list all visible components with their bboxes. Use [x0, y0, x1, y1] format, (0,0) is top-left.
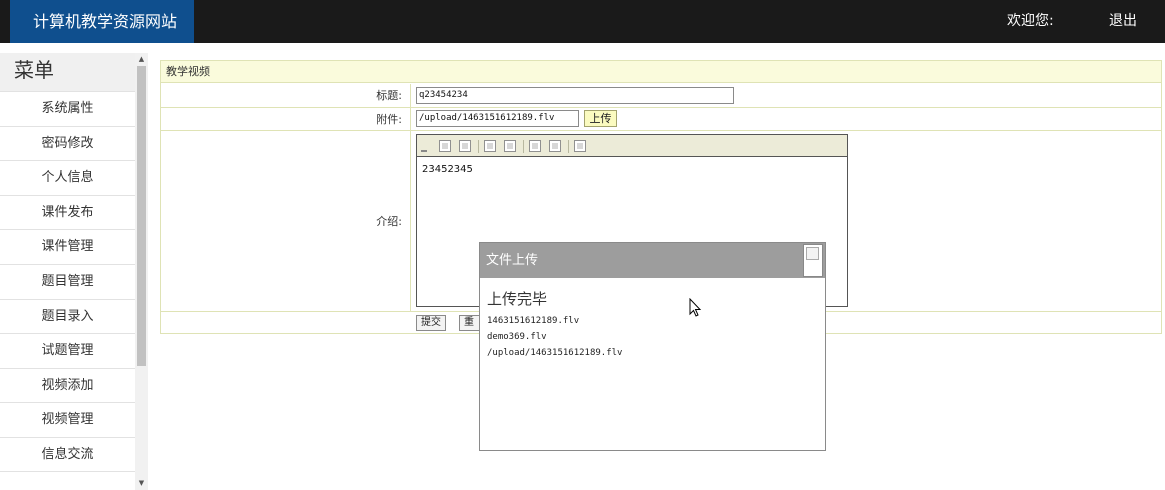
- top-bar: 计算机教学资源网站 欢迎您: 退出: [0, 0, 1165, 43]
- scroll-up-arrow-icon[interactable]: ▲: [135, 53, 148, 66]
- dialog-header[interactable]: 文件上传: [480, 243, 825, 278]
- file-upload-dialog: 文件上传 上传完毕 1463151612189.flv demo369.flv …: [479, 242, 826, 451]
- sidebar-item-change-password[interactable]: 密码修改: [0, 125, 135, 161]
- toolbar-separator: [523, 140, 524, 153]
- uploaded-file-name: 1463151612189.flv: [487, 316, 580, 326]
- menu-title: 菜单: [0, 53, 135, 91]
- sidebar: 菜单 系统属性 密码修改 个人信息 课件发布 课件管理 题目管理 题目录入 试题…: [0, 53, 148, 490]
- dialog-body: 上传完毕 1463151612189.flv demo369.flv /uplo…: [487, 288, 622, 361]
- submit-button[interactable]: 提交: [416, 315, 446, 331]
- sidebar-item-add-video[interactable]: 视频添加: [0, 367, 135, 403]
- sidebar-item-manage-tests[interactable]: 试题管理: [0, 333, 135, 368]
- format-icon[interactable]: [439, 140, 451, 152]
- form-section-title: 教学视频: [161, 61, 1161, 83]
- close-icon[interactable]: [803, 244, 823, 277]
- title-row: 标题: q23454234: [161, 84, 1161, 108]
- sidebar-item-publish-courseware[interactable]: 课件发布: [0, 194, 135, 230]
- title-label: 标题:: [161, 84, 411, 107]
- mouse-cursor-icon: [689, 298, 702, 317]
- uploaded-file-path: /upload/1463151612189.flv: [487, 348, 623, 358]
- sidebar-item-manage-video[interactable]: 视频管理: [0, 402, 135, 437]
- align-icon[interactable]: [504, 140, 516, 152]
- toolbar-separator: [568, 140, 569, 153]
- menu-list: 系统属性 密码修改 个人信息 课件发布 课件管理 题目管理 题目录入 试题管理 …: [0, 91, 135, 472]
- sidebar-item-enter-questions[interactable]: 题目录入: [0, 298, 135, 334]
- logout-link[interactable]: 退出: [1109, 0, 1137, 43]
- image-icon[interactable]: [574, 140, 586, 152]
- insert-icon[interactable]: [529, 140, 541, 152]
- sidebar-scrollbar[interactable]: ▲ ▼: [135, 53, 148, 490]
- sidebar-item-manage-questions[interactable]: 题目管理: [0, 263, 135, 299]
- attachment-row: 附件: /upload/1463151612189.flv 上传: [161, 108, 1161, 131]
- sidebar-item-messages[interactable]: 信息交流: [0, 436, 135, 472]
- original-file-name: demo369.flv: [487, 332, 547, 342]
- welcome-text: 欢迎您:: [1007, 13, 1054, 29]
- upload-status: 上传完毕: [487, 290, 548, 308]
- upload-button[interactable]: 上传: [584, 110, 617, 127]
- insert-icon[interactable]: [549, 140, 561, 152]
- sidebar-item-personal-info[interactable]: 个人信息: [0, 160, 135, 195]
- sidebar-item-system-properties[interactable]: 系统属性: [0, 91, 135, 126]
- site-title[interactable]: 计算机教学资源网站: [10, 0, 194, 43]
- attachment-input[interactable]: /upload/1463151612189.flv: [416, 110, 579, 127]
- toolbar-separator: [478, 140, 479, 153]
- scroll-down-arrow-icon[interactable]: ▼: [135, 477, 148, 490]
- intro-label: 介绍:: [161, 131, 411, 311]
- scrollbar-thumb[interactable]: [137, 66, 146, 366]
- sidebar-item-manage-courseware[interactable]: 课件管理: [0, 229, 135, 264]
- attachment-label: 附件:: [161, 108, 411, 130]
- align-icon[interactable]: [484, 140, 496, 152]
- dialog-title: 文件上传: [486, 253, 539, 268]
- format-icon[interactable]: [459, 140, 471, 152]
- title-input[interactable]: q23454234: [416, 87, 734, 104]
- editor-content[interactable]: 23452345: [422, 164, 473, 175]
- editor-toolbar: [417, 135, 847, 157]
- toolbar-grip-icon: [421, 150, 427, 152]
